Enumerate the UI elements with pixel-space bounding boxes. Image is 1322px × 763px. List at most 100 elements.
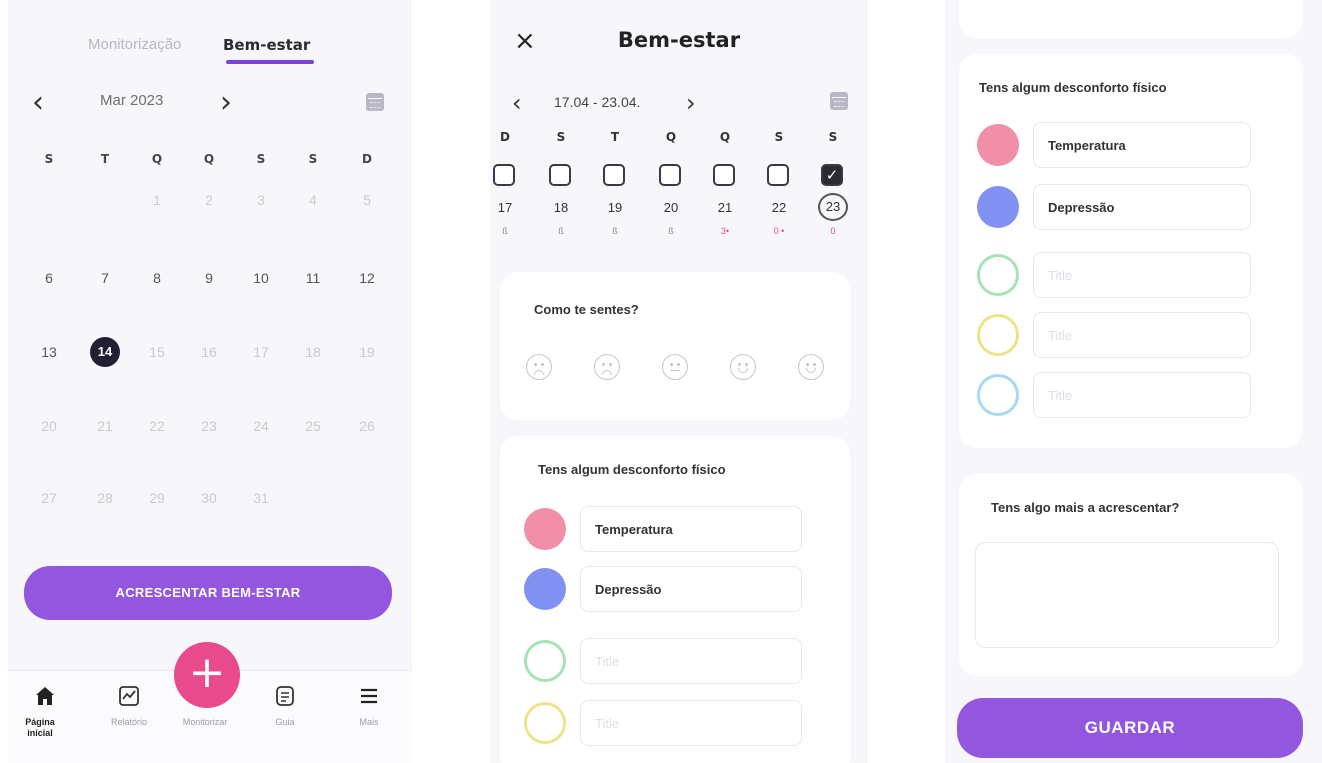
calendar-icon[interactable] [830,92,848,110]
calendar-day[interactable]: 15 [142,344,172,360]
tabbar-item-report[interactable]: Relatório [94,685,164,728]
calendar-day[interactable]: 19 [352,344,382,360]
day-marker: 0 • [773,226,785,236]
card-title: Tens algum desconforto físico [979,80,1167,95]
day-checkbox[interactable] [659,164,681,186]
chevron-left-icon[interactable]: ‹ [32,88,44,118]
calendar-day[interactable]: 16 [194,344,224,360]
weekday-label: S [256,152,266,166]
calendar-day[interactable]: 30 [194,490,224,506]
calendar-day[interactable]: 23 [194,418,224,434]
calendar-day[interactable]: 3 [246,192,276,208]
day-checkbox[interactable] [603,164,625,186]
symptom-row-empty[interactable]: Title [977,312,1257,358]
add-wellbeing-button[interactable]: ACRESCENTAR BEM-ESTAR [24,566,392,620]
symptom-label[interactable]: Depressão [1033,184,1251,230]
calendar-day[interactable]: 7 [90,270,120,286]
calendar-day[interactable]: 27 [34,490,64,506]
symptom-row[interactable]: Temperatura [524,506,814,552]
day-marker: ß [612,226,618,236]
chevron-left-icon[interactable]: ‹ [512,88,522,118]
day-checkbox[interactable] [767,164,789,186]
symptom-input[interactable]: Title [1033,252,1251,298]
calendar-day[interactable]: 9 [194,270,224,286]
tabbar-item-more[interactable]: Mais [334,685,404,728]
symptom-label[interactable]: Depressão [580,566,802,612]
symptom-row[interactable]: Temperatura [977,122,1257,168]
home-icon [36,687,54,705]
symptom-row-empty[interactable]: Title [524,700,814,746]
weekday-label: T [100,152,110,166]
chevron-right-icon[interactable]: › [686,88,696,118]
calendar-day[interactable]: 6 [34,270,64,286]
notes-textarea[interactable] [975,542,1279,648]
weekday-label: S [308,152,318,166]
symptom-label[interactable]: Temperatura [1033,122,1251,168]
save-button[interactable]: GUARDAR [957,698,1303,758]
symptom-input[interactable]: Title [580,638,802,684]
day-number[interactable]: 21 [710,200,740,215]
calendar-day[interactable]: 21 [90,418,120,434]
calendar-day[interactable]: 10 [246,270,276,286]
day-checkbox[interactable] [713,164,735,186]
day-checkbox[interactable] [549,164,571,186]
day-number[interactable]: 18 [546,200,576,215]
monitor-fab-button[interactable]: + [174,642,240,708]
very-happy-face-icon[interactable] [798,354,824,380]
tab-monitorizacao[interactable]: Monitorização [88,36,181,53]
symptom-row-empty[interactable]: Title [524,638,814,684]
selected-day-number[interactable]: 23 [818,193,848,221]
symptom-row-empty[interactable]: Title [977,372,1257,418]
menu-icon [361,688,377,704]
calendar-day[interactable]: 5 [352,192,382,208]
day-number[interactable]: 20 [656,200,686,215]
calendar-day[interactable]: 26 [352,418,382,434]
calendar-day[interactable]: 22 [142,418,172,434]
neutral-face-icon[interactable] [662,354,688,380]
sad-face-icon[interactable] [594,354,620,380]
tab-bem-estar[interactable]: Bem-estar [223,36,310,54]
day-checkbox[interactable] [493,164,515,186]
calendar-day[interactable]: 25 [298,418,328,434]
symptom-input[interactable]: Title [1033,312,1251,358]
weekday-label: Q [719,130,731,144]
calendar-day[interactable]: 28 [90,490,120,506]
day-checkbox[interactable]: ✓ [821,164,843,186]
symptom-row-empty[interactable]: Title [977,252,1257,298]
card-title: Tens algo mais a acrescentar? [991,500,1180,515]
calendar-day[interactable]: 1 [142,192,172,208]
day-marker: 3• [720,226,730,236]
symptom-row[interactable]: Depressão [524,566,814,612]
calendar-day[interactable]: 17 [246,344,276,360]
calendar-day[interactable]: 31 [246,490,276,506]
symptom-color-ring [977,254,1019,296]
calendar-day[interactable]: 13 [34,344,64,360]
tabbar-item-guide[interactable]: Guia [250,685,320,728]
symptom-input[interactable]: Title [580,700,802,746]
calendar-day[interactable]: 18 [298,344,328,360]
symptom-row[interactable]: Depressão [977,184,1257,230]
tabbar-item-home[interactable]: Página inicial [10,685,80,739]
calendar-day[interactable]: 24 [246,418,276,434]
happy-face-icon[interactable] [730,354,756,380]
calendar-day[interactable]: 8 [142,270,172,286]
tabbar-label: Página inicial [25,717,55,738]
calendar-day[interactable]: 29 [142,490,172,506]
day-number[interactable]: 19 [600,200,630,215]
calendar-day-today[interactable]: 14 [90,337,120,367]
very-sad-face-icon[interactable] [526,354,552,380]
week-range: 17.04 - 23.04. [554,94,641,110]
symptom-label[interactable]: Temperatura [580,506,802,552]
calendar-day[interactable]: 20 [34,418,64,434]
guide-icon [276,686,294,706]
calendar-day[interactable]: 12 [352,270,382,286]
calendar-day[interactable]: 2 [194,192,224,208]
calendar-day[interactable]: 11 [298,270,328,286]
symptom-color-ring [977,374,1019,416]
calendar-icon[interactable] [366,93,384,111]
calendar-day[interactable]: 4 [298,192,328,208]
symptom-input[interactable]: Title [1033,372,1251,418]
day-number[interactable]: 17 [490,200,520,215]
chevron-right-icon[interactable]: › [220,88,232,118]
day-number[interactable]: 22 [764,200,794,215]
